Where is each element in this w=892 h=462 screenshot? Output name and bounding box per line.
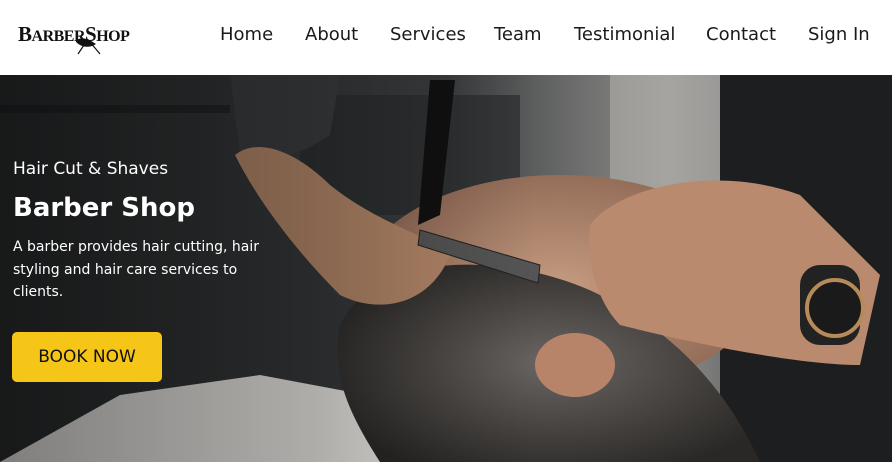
nav-services[interactable]: Services xyxy=(390,24,466,45)
hero-title: Barber Shop xyxy=(13,193,196,223)
site-header: BARBERSHOP Home About Services Team Test… xyxy=(0,0,892,75)
nav-contact[interactable]: Contact xyxy=(706,24,776,45)
nav-testimonial[interactable]: Testimonial xyxy=(574,24,675,45)
hero-subtitle: Hair Cut & Shaves xyxy=(13,159,169,179)
nav-home[interactable]: Home xyxy=(220,24,273,45)
nav-about[interactable]: About xyxy=(305,24,358,45)
book-now-button[interactable]: BOOK NOW xyxy=(12,332,162,382)
main-nav: Home About Services Team Testimonial Con… xyxy=(0,0,892,75)
hero-section: Hair Cut & Shaves Barber Shop A barber p… xyxy=(0,75,892,462)
hero-description: A barber provides hair cutting, hair sty… xyxy=(13,239,260,300)
nav-sign-in[interactable]: Sign In xyxy=(808,24,870,45)
nav-team[interactable]: Team xyxy=(494,24,542,45)
